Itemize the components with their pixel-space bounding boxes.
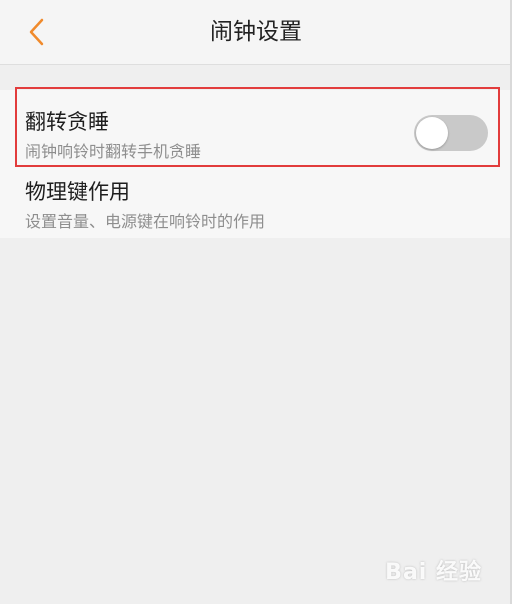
setting-label: 翻转贪睡 (25, 110, 109, 134)
setting-flip-snooze[interactable]: 翻转贪睡 闹钟响铃时翻转手机贪睡 (0, 90, 512, 170)
toggle-knob (416, 117, 448, 149)
flip-snooze-toggle[interactable] (414, 115, 488, 151)
setting-label: 物理键作用 (25, 180, 130, 204)
watermark: Bai 经验 (385, 560, 482, 585)
setting-physical-keys[interactable]: 物理键作用 设置音量、电源键在响铃时的作用 (0, 170, 512, 238)
settings-list: 翻转贪睡 闹钟响铃时翻转手机贪睡 物理键作用 设置音量、电源键在响铃时的作用 (0, 90, 512, 238)
app-header: 闹钟设置 (0, 0, 512, 65)
setting-description: 闹钟响铃时翻转手机贪睡 (25, 142, 202, 161)
page-title: 闹钟设置 (210, 19, 302, 45)
setting-description: 设置音量、电源键在响铃时的作用 (25, 212, 266, 231)
